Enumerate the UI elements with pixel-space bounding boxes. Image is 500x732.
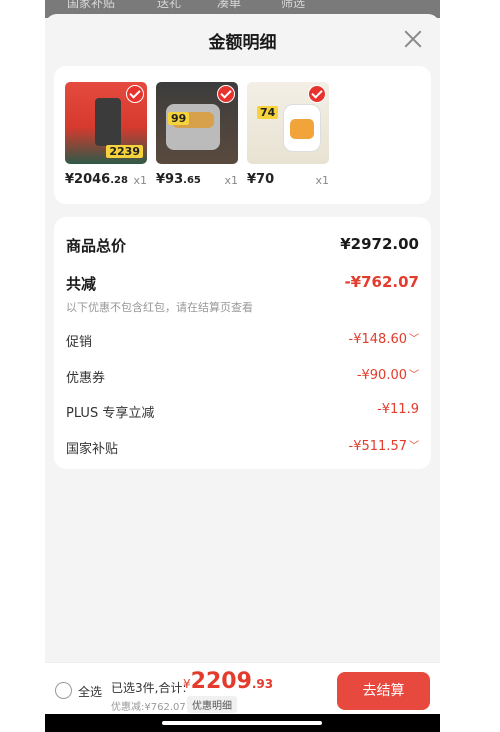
sheet-title: 金额明细 bbox=[208, 33, 277, 53]
product-price-tag: 74 bbox=[257, 106, 279, 119]
discount-value: -¥90.00 ﹀ bbox=[356, 368, 419, 383]
discount-value: -¥148.60 ﹀ bbox=[348, 332, 419, 347]
discount-label: 促销 bbox=[66, 335, 93, 350]
product-thumbnail: 74 bbox=[247, 82, 329, 164]
check-icon bbox=[126, 85, 144, 103]
total-reduction-value: -¥762.07 bbox=[344, 273, 419, 291]
product-price: ¥93.65 bbox=[156, 172, 201, 187]
product-price: ¥2046.28 bbox=[65, 172, 128, 187]
product-quantity: x1 bbox=[315, 174, 329, 187]
discount-row-coupon[interactable]: 优惠券 -¥90.00 ﹀ bbox=[66, 367, 419, 387]
discount-summary: 优惠减:¥762.07 bbox=[111, 702, 186, 713]
total-price-label: 商品总价 bbox=[66, 237, 127, 255]
discount-value: -¥511.57 ﹀ bbox=[348, 439, 419, 454]
price-summary-card: 商品总价 ¥2972.00 共减 -¥762.07 以下优惠不包含红包，请在结算… bbox=[54, 217, 431, 469]
background-tab: 送礼 bbox=[157, 0, 182, 10]
total-price-value: ¥2972.00 bbox=[340, 235, 419, 253]
product-thumbnail: 2239 bbox=[65, 82, 147, 164]
product-quantity: x1 bbox=[224, 174, 238, 187]
close-icon[interactable] bbox=[402, 28, 424, 50]
select-all-label[interactable]: 全选 bbox=[78, 683, 102, 700]
select-all-radio[interactable] bbox=[55, 682, 72, 699]
discount-label: 国家补贴 bbox=[66, 442, 119, 457]
selected-count-text: 已选3件,合计: bbox=[111, 681, 187, 695]
home-indicator-bar bbox=[45, 714, 440, 732]
total-reduction-row: 共减 -¥762.07 bbox=[66, 273, 419, 293]
total-reduction-label: 共减 bbox=[66, 275, 97, 293]
product-list-card: 2239 ¥2046.28 x1 99 ¥93.65 x1 74 ¥70 x1 bbox=[54, 66, 431, 204]
checkout-bar: 全选 已选3件,合计: ¥2209.93 优惠减:¥762.07 优惠明细 去结… bbox=[45, 662, 440, 714]
background-tab: 凑单 bbox=[217, 0, 242, 10]
product-price: ¥70 bbox=[247, 172, 275, 187]
product-item[interactable]: 99 ¥93.65 x1 bbox=[156, 82, 238, 187]
total-price-row: 商品总价 ¥2972.00 bbox=[66, 235, 419, 255]
amount-detail-sheet: 金额明细 2239 ¥2046.28 x1 99 ¥93.65 x1 74 ¥7… bbox=[45, 14, 440, 714]
discount-label: 优惠券 bbox=[66, 371, 106, 386]
check-icon bbox=[217, 85, 235, 103]
home-indicator[interactable] bbox=[162, 721, 322, 725]
discount-detail-button[interactable]: 优惠明细 bbox=[187, 696, 237, 713]
chevron-down-icon: ﹀ bbox=[409, 334, 419, 345]
chevron-down-icon: ﹀ bbox=[409, 370, 419, 381]
chevron-down-icon: ﹀ bbox=[409, 441, 419, 452]
total-amount: ¥2209.93 bbox=[183, 669, 274, 694]
check-icon bbox=[308, 85, 326, 103]
product-quantity: x1 bbox=[133, 174, 147, 187]
checkout-button[interactable]: 去结算 bbox=[337, 672, 430, 710]
discount-row-plus: PLUS 专享立减 -¥11.9 bbox=[66, 402, 419, 422]
product-item[interactable]: 74 ¥70 x1 bbox=[247, 82, 329, 187]
discount-label: PLUS 专享立减 bbox=[66, 406, 155, 421]
product-price-tag: 2239 bbox=[106, 145, 143, 158]
product-thumbnail: 99 bbox=[156, 82, 238, 164]
discount-row-subsidy[interactable]: 国家补贴 -¥511.57 ﹀ bbox=[66, 438, 419, 458]
discount-value: -¥11.9 bbox=[377, 402, 419, 417]
product-item[interactable]: 2239 ¥2046.28 x1 bbox=[65, 82, 147, 187]
product-price-tag: 99 bbox=[168, 112, 190, 125]
discount-note: 以下优惠不包含红包，请在结算页查看 bbox=[66, 301, 253, 314]
background-tab: 国家补贴 bbox=[67, 0, 116, 10]
background-tab: 筛选 bbox=[281, 0, 306, 10]
discount-row-promotion[interactable]: 促销 -¥148.60 ﹀ bbox=[66, 331, 419, 351]
phone-screen: 国家补贴 送礼 凑单 筛选 金额明细 2239 ¥2046.28 x1 99 ¥… bbox=[45, 0, 440, 732]
